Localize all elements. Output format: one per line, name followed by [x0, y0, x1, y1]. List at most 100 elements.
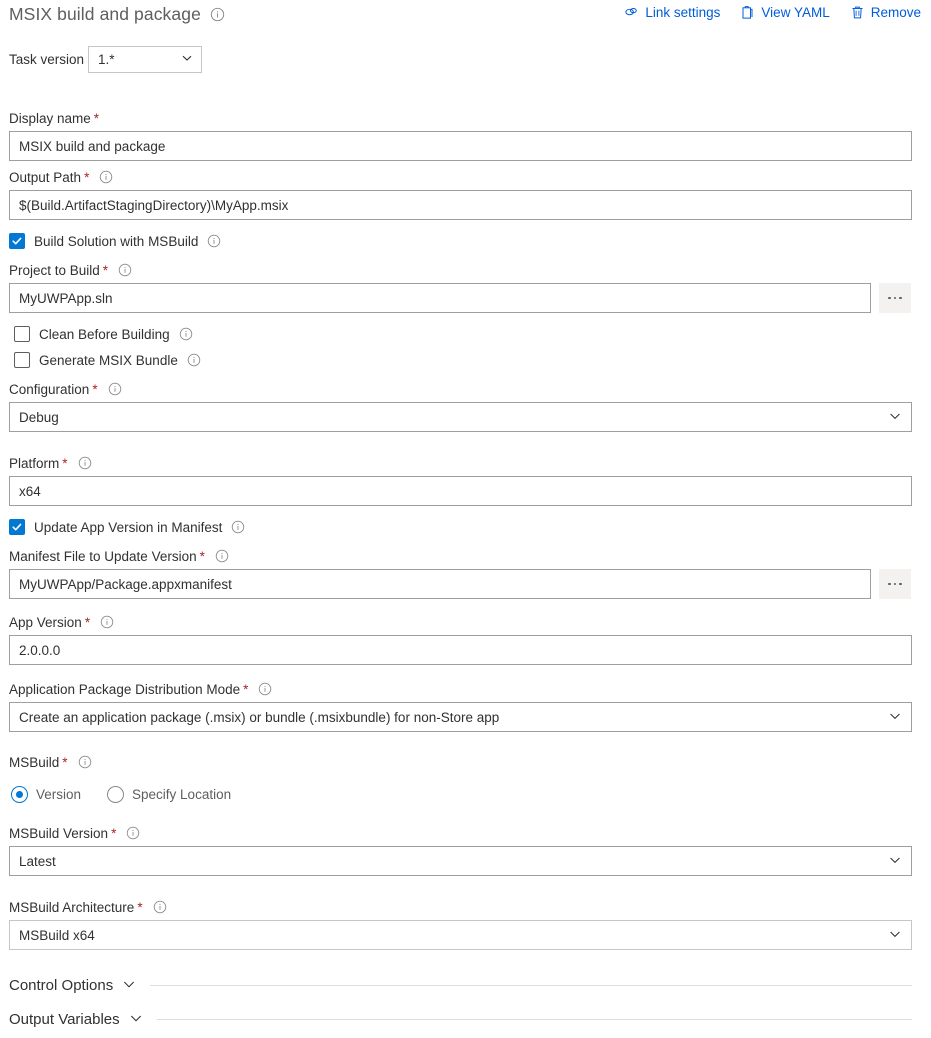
chevron-down-icon: [181, 52, 193, 67]
info-icon[interactable]: [215, 549, 229, 563]
display-name-field: Display name * MSIX build and package: [9, 109, 912, 161]
output-path-field: Output Path * $(Build.ArtifactStagingDire…: [9, 168, 912, 220]
info-icon[interactable]: [153, 900, 167, 914]
msbuild-radio-specify-location-label: Specify Location: [132, 787, 232, 802]
info-icon[interactable]: [108, 382, 122, 396]
msbuild-radio-specify-location[interactable]: Specify Location: [107, 786, 231, 803]
configuration-field: Configuration * Debug: [9, 380, 912, 432]
info-icon[interactable]: [78, 755, 92, 769]
required-marker: *: [84, 614, 91, 630]
info-icon[interactable]: [100, 615, 114, 629]
section-control-options[interactable]: Control Options: [9, 977, 912, 994]
app-version-input[interactable]: 2.0.0.0: [9, 635, 912, 665]
output-path-input[interactable]: $(Build.ArtifactStagingDirectory)\MyApp.…: [9, 190, 912, 220]
project-to-build-input[interactable]: MyUWPApp.sln: [9, 283, 871, 313]
configuration-value: Debug: [19, 409, 59, 425]
msbuild-architecture-select[interactable]: MSBuild x64: [9, 920, 912, 950]
output-path-value: $(Build.ArtifactStagingDirectory)\MyApp.…: [19, 197, 289, 213]
page-title: MSIX build and package: [9, 4, 201, 24]
info-icon[interactable]: [258, 682, 272, 696]
msbuild-radio-group: Version Specify Location: [11, 786, 231, 803]
app-version-label-text: App Version: [9, 614, 82, 630]
platform-input[interactable]: x64: [9, 476, 912, 506]
app-version-label: App Version *: [9, 613, 912, 631]
msbuild-architecture-label-text: MSBuild Architecture: [9, 899, 135, 915]
distribution-mode-label: Application Package Distribution Mode *: [9, 680, 912, 698]
msbuild-version-field: MSBuild Version * Latest: [9, 824, 912, 876]
distribution-mode-label-text: Application Package Distribution Mode: [9, 681, 241, 697]
required-marker: *: [102, 262, 109, 278]
generate-msix-bundle-row: Generate MSIX Bundle: [14, 350, 201, 370]
distribution-mode-select[interactable]: Create an application package (.msix) or…: [9, 702, 912, 732]
required-marker: *: [62, 455, 68, 471]
remove-button[interactable]: Remove: [850, 5, 921, 20]
link-settings-button[interactable]: Link settings: [624, 5, 720, 20]
task-version-label: Task version: [9, 52, 85, 67]
manifest-file-input[interactable]: MyUWPApp/Package.appxmanifest: [9, 569, 871, 599]
msbuild-label: MSBuild *: [9, 753, 912, 771]
info-icon[interactable]: [231, 520, 245, 534]
display-name-label-text: Display name: [9, 110, 91, 126]
distribution-mode-field: Application Package Distribution Mode * C…: [9, 680, 912, 732]
update-app-version-label: Update App Version in Manifest: [34, 519, 223, 535]
dot: [888, 296, 891, 300]
msbuild-field: MSBuild *: [9, 753, 912, 775]
header-actions: Link settings View YAML Remove: [624, 5, 921, 20]
chevron-down-icon: [889, 710, 901, 725]
required-marker: *: [243, 681, 249, 697]
project-to-build-label: Project to Build *: [9, 261, 912, 279]
info-icon[interactable]: [179, 327, 193, 341]
app-version-value: 2.0.0.0: [19, 642, 61, 658]
output-variables-title: Output Variables: [9, 1011, 120, 1028]
display-name-label: Display name *: [9, 109, 912, 127]
display-name-value: MSIX build and package: [19, 138, 166, 154]
msbuild-version-label: MSBuild Version *: [9, 824, 912, 842]
info-icon[interactable]: [126, 826, 140, 840]
clean-before-building-label: Clean Before Building: [39, 326, 170, 342]
task-editor-panel: MSIX build and package Link settings Vie…: [0, 0, 931, 1038]
msbuild-radio-version[interactable]: Version: [11, 786, 81, 803]
radio-selected-icon: [11, 786, 28, 803]
clean-before-building-checkbox[interactable]: [14, 326, 30, 342]
required-marker: *: [93, 110, 100, 126]
manifest-file-label-text: Manifest File to Update Version: [9, 548, 197, 564]
info-icon[interactable]: [99, 170, 113, 184]
trash-icon: [850, 5, 865, 20]
manifest-file-browse-button[interactable]: [879, 569, 911, 599]
build-solution-with-msbuild-label: Build Solution with MSBuild: [34, 233, 199, 249]
platform-label: Platform *: [9, 454, 912, 472]
msbuild-version-select[interactable]: Latest: [9, 846, 912, 876]
output-path-label: Output Path *: [9, 168, 912, 186]
chevron-down-icon: [889, 410, 901, 425]
info-icon[interactable]: [78, 456, 92, 470]
required-marker: *: [137, 899, 143, 915]
remove-label: Remove: [870, 5, 921, 20]
info-icon[interactable]: [118, 263, 132, 277]
configuration-select[interactable]: Debug: [9, 402, 912, 432]
view-yaml-button[interactable]: View YAML: [740, 5, 830, 20]
info-icon[interactable]: [210, 7, 225, 22]
section-output-variables[interactable]: Output Variables: [9, 1011, 912, 1028]
project-to-build-value: MyUWPApp.sln: [19, 290, 113, 306]
control-options-title: Control Options: [9, 977, 114, 994]
chevron-down-icon: [122, 977, 136, 994]
task-version-select[interactable]: 1.*: [88, 46, 203, 73]
clipboard-icon: [740, 5, 755, 20]
generate-msix-bundle-checkbox[interactable]: [14, 352, 30, 368]
platform-value: x64: [19, 483, 41, 499]
task-title-group: MSIX build and package: [9, 4, 225, 25]
dot: [893, 582, 897, 586]
update-app-version-checkbox[interactable]: [9, 519, 25, 535]
project-to-build-browse-button[interactable]: [879, 283, 911, 313]
msbuild-label-text: MSBuild: [9, 754, 60, 770]
task-header: MSIX build and package Link settings Vie…: [0, 0, 931, 36]
info-icon[interactable]: [187, 353, 201, 367]
msbuild-version-label-text: MSBuild Version: [9, 825, 109, 841]
display-name-input[interactable]: MSIX build and package: [9, 131, 912, 161]
output-path-label-text: Output Path: [9, 169, 82, 185]
project-to-build-field: Project to Build * MyUWPApp.sln: [9, 261, 912, 313]
platform-label-text: Platform: [9, 455, 60, 471]
info-icon[interactable]: [207, 234, 221, 248]
build-solution-with-msbuild-checkbox[interactable]: [9, 233, 25, 249]
configuration-label-text: Configuration: [9, 381, 90, 397]
